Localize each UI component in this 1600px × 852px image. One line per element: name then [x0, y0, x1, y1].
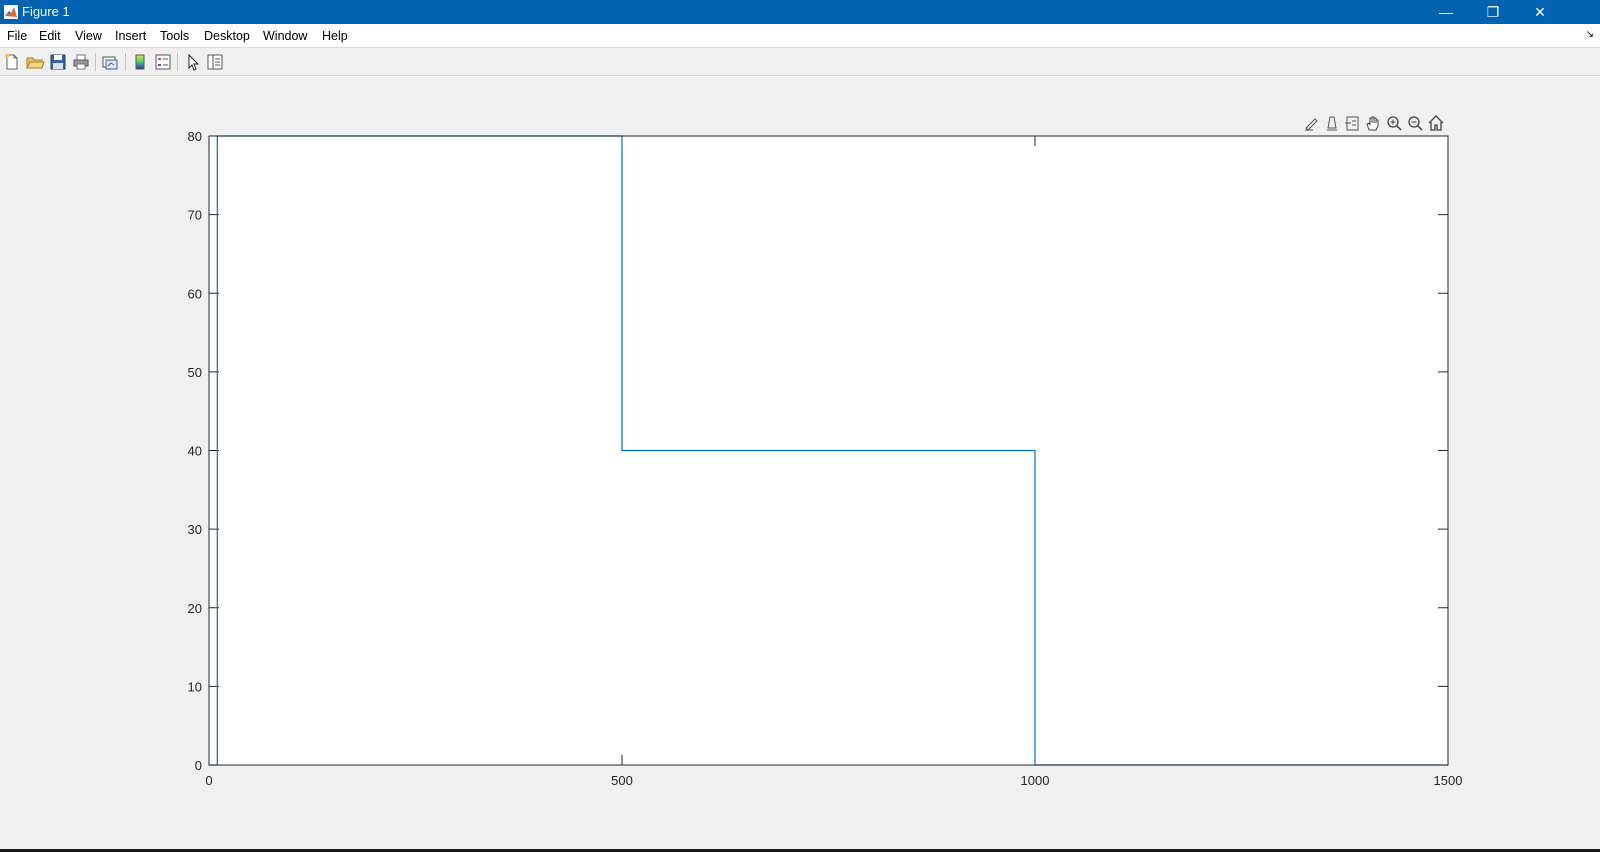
y-tick-label: 60	[188, 286, 202, 301]
y-tick-label: 10	[188, 679, 202, 694]
y-tick-label: 0	[195, 758, 202, 773]
x-tick-label: 1000	[1021, 773, 1050, 788]
y-tick-label: 80	[188, 129, 202, 144]
y-tick-label: 70	[188, 208, 202, 223]
y-tick-label: 50	[188, 365, 202, 380]
x-tick-label: 1500	[1434, 773, 1463, 788]
y-tick-label: 30	[188, 522, 202, 537]
line-chart: 0 500 1000 1500 0 10 20 30 40 50 60 70 80	[188, 129, 1463, 788]
x-tick-label: 500	[611, 773, 633, 788]
x-tick-label: 0	[205, 773, 212, 788]
y-tick-label: 40	[188, 444, 202, 459]
y-tick-label: 20	[188, 601, 202, 616]
